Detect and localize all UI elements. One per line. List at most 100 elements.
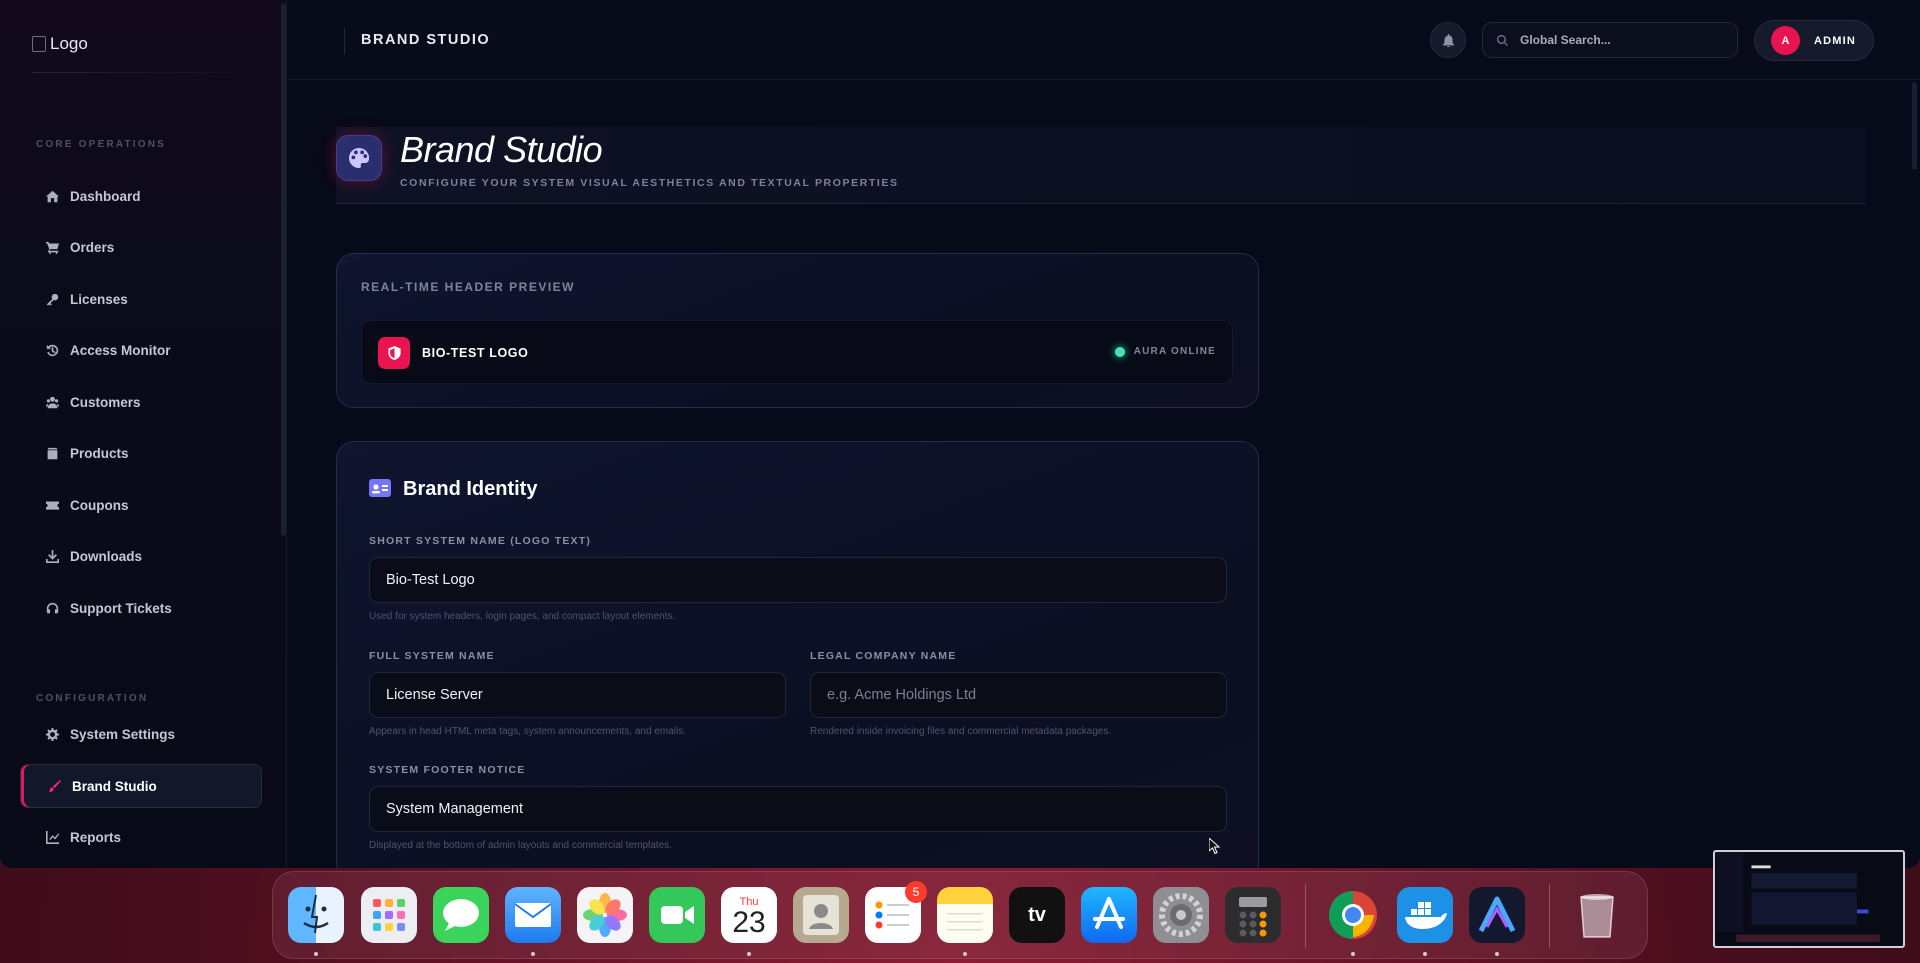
section-title: Brand Identity [403, 478, 538, 500]
reminders-icon[interactable]: 5 [865, 881, 927, 943]
palette-icon [336, 135, 382, 181]
id-card-icon [369, 479, 391, 497]
full-name-help: Appears in head HTML meta tags, system a… [369, 726, 687, 737]
apple-tv-label: tv [1028, 903, 1046, 926]
logo[interactable]: Logo [32, 34, 88, 54]
user-menu-button[interactable]: A ADMIN [1754, 20, 1874, 61]
messages-icon[interactable] [433, 887, 489, 943]
sidebar-item-label: Access Monitor [70, 342, 171, 358]
sidebar-item-downloads[interactable]: Downloads [20, 535, 262, 577]
sidebar-item-access-monitor[interactable]: Access Monitor [20, 329, 262, 371]
box-icon [47, 447, 58, 459]
history-icon [46, 344, 59, 356]
sidebar-scrollbar[interactable] [281, 4, 286, 536]
dock-running-dot [1495, 952, 1499, 956]
page-subtitle: CONFIGURE YOUR SYSTEM VISUAL AESTHETICS … [400, 177, 899, 189]
dock-separator [1549, 884, 1550, 948]
page-header: Brand Studio CONFIGURE YOUR SYSTEM VISUA… [336, 127, 1866, 204]
shield-icon [378, 337, 410, 369]
notes-icon[interactable] [937, 887, 993, 943]
mail-icon[interactable] [505, 887, 561, 943]
users-icon [46, 396, 59, 408]
contacts-icon[interactable] [793, 887, 849, 943]
sidebar-item-label: Support Tickets [70, 600, 172, 616]
chart-line-icon [46, 830, 59, 844]
calculator-icon[interactable] [1225, 887, 1281, 943]
short-name-help: Used for system headers, login pages, an… [369, 611, 676, 622]
dock-running-dot [531, 952, 535, 956]
sidebar-item-coupons[interactable]: Coupons [20, 484, 262, 526]
footer-notice-input[interactable] [369, 786, 1227, 832]
photos-icon[interactable] [577, 887, 633, 943]
system-settings-icon[interactable] [1153, 887, 1209, 943]
sidebar-item-licenses[interactable]: Licenses [20, 278, 262, 320]
status-text: AURA ONLINE [1133, 346, 1216, 357]
legal-name-help: Rendered inside invoicing files and comm… [810, 726, 1112, 737]
app-window: Logo CORE OPERATIONS Dashboard Orders Li… [0, 0, 1920, 868]
topbar-title: BRAND STUDIO [361, 32, 491, 48]
sidebar-item-brand-studio[interactable]: Brand Studio [20, 764, 262, 808]
full-name-label: FULL SYSTEM NAME [369, 650, 495, 662]
sidebar-item-label: Coupons [70, 497, 129, 513]
cart-icon [46, 241, 59, 254]
sidebar-item-label: System Settings [70, 726, 176, 742]
preview-logo-text: BIO-TEST LOGO [422, 346, 529, 360]
legal-name-label: LEGAL COMPANY NAME [810, 650, 957, 662]
footer-notice-help: Displayed at the bottom of admin layouts… [369, 840, 672, 851]
bell-icon [1442, 33, 1454, 47]
sidebar-item-label: Licenses [70, 291, 128, 307]
global-search[interactable] [1482, 22, 1738, 58]
calendar-date: 23 [732, 906, 766, 939]
dock-running-dot [1423, 952, 1427, 956]
sidebar-item-label: Brand Studio [72, 778, 157, 794]
screenshot-thumbnail[interactable] [1713, 850, 1905, 948]
calendar-icon[interactable]: Thu 23 [721, 887, 777, 943]
section-label-config: CONFIGURATION [36, 693, 149, 704]
dock-running-dot [1351, 952, 1355, 956]
thumbnail-preview [1716, 852, 1902, 946]
legal-name-input[interactable] [810, 672, 1227, 718]
sidebar-item-reports[interactable]: Reports [20, 816, 262, 858]
download-icon [46, 549, 59, 563]
topbar: BRAND STUDIO A ADMIN [288, 0, 1920, 80]
trash-icon[interactable] [1569, 887, 1625, 943]
facetime-icon[interactable] [649, 887, 705, 943]
notifications-button[interactable] [1430, 22, 1466, 58]
sidebar-item-system-settings[interactable]: System Settings [20, 713, 262, 755]
mouse-cursor-icon [1209, 838, 1221, 854]
app-store-icon[interactable] [1081, 887, 1137, 943]
header-preview-card: REAL-TIME HEADER PREVIEW BIO-TEST LOGO A… [336, 253, 1259, 408]
dock: Thu 23 5 tv [272, 871, 1648, 959]
launchpad-icon[interactable] [361, 887, 417, 943]
user-label: ADMIN [1814, 34, 1857, 47]
avatar: A [1771, 26, 1800, 55]
topbar-divider [344, 28, 345, 54]
broken-image-icon [32, 36, 46, 52]
main-scrollbar[interactable] [1912, 82, 1917, 170]
chrome-icon[interactable] [1325, 887, 1381, 943]
dock-separator [1305, 884, 1306, 948]
sidebar-item-dashboard[interactable]: Dashboard [20, 175, 262, 217]
ticket-icon [46, 500, 59, 510]
reminders-badge: 5 [905, 881, 927, 903]
search-input[interactable] [1520, 33, 1710, 47]
sidebar-item-label: Downloads [70, 548, 143, 564]
affinity-icon[interactable] [1469, 887, 1525, 943]
sidebar-item-orders[interactable]: Orders [20, 226, 262, 268]
section-label-core: CORE OPERATIONS [36, 139, 167, 150]
page-title: Brand Studio [400, 129, 603, 170]
sidebar-item-support-tickets[interactable]: Support Tickets [20, 587, 262, 629]
dock-running-dot [963, 952, 967, 956]
sidebar-item-products[interactable]: Products [20, 432, 262, 474]
short-name-input[interactable] [369, 557, 1227, 603]
headset-icon [46, 602, 59, 613]
apple-tv-icon[interactable]: tv [1009, 887, 1065, 943]
sidebar: Logo CORE OPERATIONS Dashboard Orders Li… [0, 0, 287, 868]
finder-icon[interactable] [288, 887, 344, 943]
logo-divider [32, 72, 252, 73]
key-icon [46, 293, 59, 306]
sidebar-item-label: Dashboard [70, 188, 141, 204]
full-name-input[interactable] [369, 672, 786, 718]
sidebar-item-customers[interactable]: Customers [20, 381, 262, 423]
docker-icon[interactable] [1397, 887, 1453, 943]
